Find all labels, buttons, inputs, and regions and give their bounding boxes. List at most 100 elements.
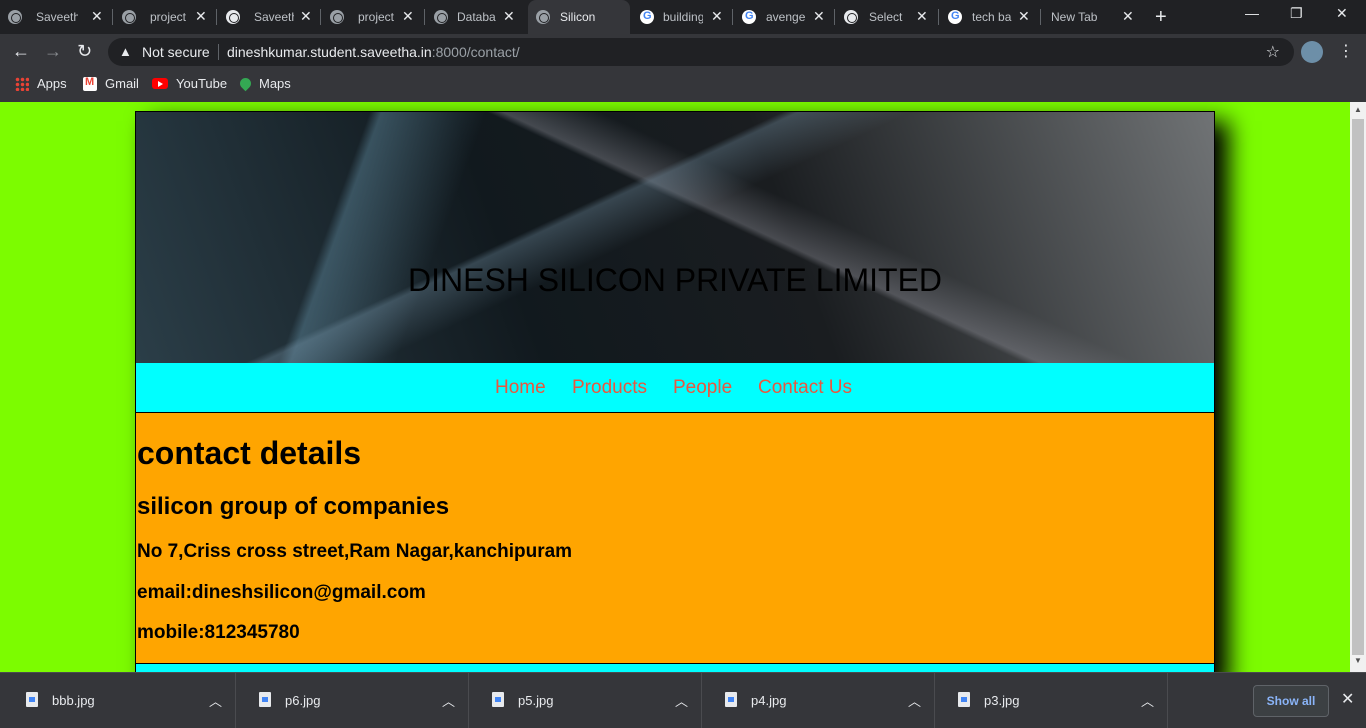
profile-avatar[interactable] bbox=[1301, 41, 1323, 63]
chevron-up-icon[interactable]: ︿ bbox=[908, 691, 921, 710]
scroll-down-icon[interactable]: ▼ bbox=[1354, 656, 1362, 665]
address-bar[interactable]: ▲ Not secure dineshkumar.student.saveeth… bbox=[108, 38, 1294, 66]
tab[interactable]: Saveeth ✕ bbox=[0, 0, 110, 34]
address-text: No 7,Criss cross street,Ram Nagar,kanchi… bbox=[137, 541, 573, 562]
tab[interactable]: project ✕ bbox=[322, 0, 424, 34]
tab-title: Saveeth bbox=[254, 10, 294, 24]
download-shelf: bbb.jpg ︿ p6.jpg ︿ p5.jpg ︿ p4.jpg ︿ p3.… bbox=[0, 672, 1366, 728]
download-item[interactable]: p5.jpg ︿ bbox=[469, 673, 702, 728]
header-banner: DINESH SILICON PRIVATE LIMITED bbox=[136, 112, 1214, 363]
tab-divider bbox=[424, 9, 425, 25]
bookmark-label: Maps bbox=[259, 76, 291, 91]
menu-icon[interactable]: ⋮ bbox=[1338, 41, 1354, 61]
tab-title: project bbox=[358, 10, 395, 24]
tab-title: project bbox=[150, 10, 187, 24]
apps-icon bbox=[15, 76, 29, 91]
page-viewport: DINESH SILICON PRIVATE LIMITED Home Prod… bbox=[0, 102, 1366, 672]
new-tab-button[interactable]: + bbox=[1155, 6, 1167, 29]
url-path: :8000/contact/ bbox=[431, 44, 520, 60]
forward-icon[interactable]: → bbox=[44, 41, 62, 62]
scroll-up-icon[interactable]: ▲ bbox=[1354, 105, 1362, 114]
close-icon[interactable]: ✕ bbox=[195, 8, 207, 25]
tab[interactable]: avenge ✕ bbox=[734, 0, 834, 34]
tab[interactable]: Select p ✕ bbox=[836, 0, 938, 34]
tab-title: Saveeth bbox=[36, 10, 78, 24]
bookmark-apps[interactable]: Apps bbox=[15, 76, 67, 91]
site-nav: Home Products People Contact Us bbox=[136, 363, 1214, 412]
url-host: dineshkumar.student.saveetha.in bbox=[227, 44, 432, 60]
bookmark-label: Gmail bbox=[105, 76, 139, 91]
browser-toolbar: ← → ↻ ▲ Not secure dineshkumar.student.s… bbox=[0, 34, 1366, 70]
tab[interactable]: project ✕ bbox=[114, 0, 216, 34]
footer-strip bbox=[136, 664, 1214, 672]
tab[interactable]: tech ba ✕ bbox=[940, 0, 1038, 34]
close-icon[interactable]: ✕ bbox=[402, 8, 414, 25]
close-icon[interactable]: ✕ bbox=[503, 8, 515, 25]
tab[interactable]: Saveeth ✕ bbox=[218, 0, 320, 34]
tab-active[interactable]: Silicon bbox=[528, 0, 630, 34]
download-item[interactable]: p3.jpg ︿ bbox=[935, 673, 1168, 728]
security-label[interactable]: Not secure bbox=[142, 44, 210, 60]
chevron-up-icon[interactable]: ︿ bbox=[209, 691, 222, 710]
bookmark-maps[interactable]: Maps bbox=[237, 75, 291, 92]
chevron-up-icon[interactable]: ︿ bbox=[675, 691, 688, 710]
back-icon[interactable]: ← bbox=[12, 41, 30, 62]
close-icon[interactable]: ✕ bbox=[1018, 8, 1030, 25]
restore-icon[interactable]: ❐ bbox=[1290, 5, 1303, 22]
mobile-text: mobile:812345780 bbox=[137, 622, 300, 643]
download-item[interactable]: p4.jpg ︿ bbox=[702, 673, 935, 728]
show-all-button[interactable]: Show all bbox=[1253, 685, 1329, 717]
download-filename: bbb.jpg bbox=[52, 693, 95, 708]
nav-contact-link[interactable]: Contact Us bbox=[758, 377, 852, 399]
tab-title: New Tab bbox=[1051, 10, 1098, 24]
close-icon[interactable]: ✕ bbox=[711, 8, 723, 25]
close-icon[interactable]: ✕ bbox=[300, 8, 312, 25]
warning-icon[interactable]: ▲ bbox=[119, 44, 132, 59]
reload-icon[interactable]: ↻ bbox=[77, 41, 92, 62]
chevron-up-icon[interactable]: ︿ bbox=[1141, 691, 1154, 710]
tab[interactable]: building ✕ bbox=[632, 0, 732, 34]
globe-icon bbox=[226, 10, 240, 24]
image-file-icon bbox=[958, 692, 970, 707]
scrollbar-thumb[interactable] bbox=[1352, 119, 1364, 655]
close-icon[interactable]: ✕ bbox=[1122, 8, 1134, 25]
tab-divider bbox=[112, 9, 113, 25]
youtube-icon bbox=[152, 78, 168, 89]
tab-title: tech ba bbox=[972, 10, 1012, 24]
bookmarks-bar: Apps Gmail YouTube Maps bbox=[0, 70, 1366, 102]
maps-icon bbox=[237, 75, 254, 92]
minimize-icon[interactable]: — bbox=[1245, 5, 1259, 21]
company-name: DINESH SILICON PRIVATE LIMITED bbox=[408, 262, 943, 298]
gmail-icon bbox=[83, 76, 97, 91]
tab[interactable]: New Tab ✕ bbox=[1042, 0, 1142, 34]
download-item[interactable]: bbb.jpg ︿ bbox=[3, 673, 236, 728]
chevron-up-icon[interactable]: ︿ bbox=[442, 691, 455, 710]
tab-divider bbox=[834, 9, 835, 25]
bookmark-gmail[interactable]: Gmail bbox=[83, 76, 139, 91]
tab-title: avenge bbox=[766, 10, 806, 24]
globe-icon bbox=[8, 10, 22, 24]
image-file-icon bbox=[26, 692, 38, 707]
close-icon[interactable]: ✕ bbox=[1341, 689, 1354, 709]
download-filename: p3.jpg bbox=[984, 693, 1020, 708]
bookmark-star-icon[interactable]: ☆ bbox=[1266, 42, 1280, 62]
nav-home-link[interactable]: Home bbox=[495, 377, 546, 399]
close-icon[interactable]: ✕ bbox=[916, 8, 928, 25]
tab[interactable]: Databa ✕ bbox=[426, 0, 528, 34]
close-window-icon[interactable]: ✕ bbox=[1336, 5, 1348, 22]
image-file-icon bbox=[492, 692, 504, 707]
close-icon[interactable]: ✕ bbox=[813, 8, 825, 25]
bookmark-youtube[interactable]: YouTube bbox=[152, 76, 227, 91]
page-scrollbar[interactable]: ▲ ▼ bbox=[1350, 102, 1366, 672]
nav-products-link[interactable]: Products bbox=[572, 377, 647, 399]
tab-title: building bbox=[663, 10, 703, 24]
download-filename: p4.jpg bbox=[751, 693, 787, 708]
tab-divider bbox=[938, 9, 939, 25]
close-icon[interactable]: ✕ bbox=[91, 8, 103, 25]
globe-icon bbox=[330, 10, 344, 24]
download-item[interactable]: p6.jpg ︿ bbox=[236, 673, 469, 728]
url-text[interactable]: dineshkumar.student.saveetha.in:8000/con… bbox=[227, 44, 520, 60]
nav-people-link[interactable]: People bbox=[673, 377, 732, 399]
tab-divider bbox=[732, 9, 733, 25]
google-icon bbox=[948, 10, 962, 24]
